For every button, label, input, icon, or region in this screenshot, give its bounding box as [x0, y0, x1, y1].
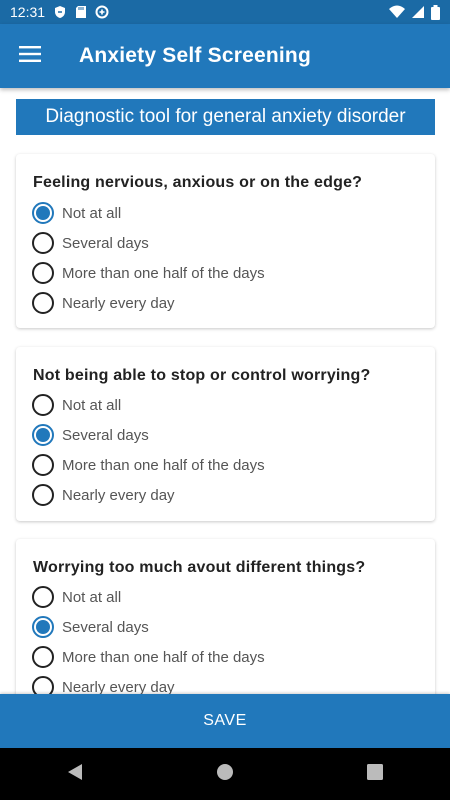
back-button[interactable] [45, 748, 105, 800]
hamburger-menu-icon [19, 45, 41, 67]
save-button[interactable]: SAVE [0, 694, 450, 748]
option-label: Not at all [62, 396, 122, 414]
data-saver-icon [95, 5, 109, 19]
option-several-days[interactable]: Several days [32, 228, 149, 258]
radio-button[interactable] [32, 202, 54, 224]
home-button[interactable] [195, 748, 255, 800]
app-bar: Anxiety Self Screening [0, 24, 450, 88]
option-label: More than one half of the days [62, 264, 265, 282]
option-label: Nearly every day [62, 294, 175, 312]
option-label: Not at all [62, 204, 122, 222]
option-label: More than one half of the days [62, 648, 265, 666]
question-card: Worrying too much avout different things… [16, 539, 435, 694]
radio-button[interactable] [32, 454, 54, 476]
shield-icon [53, 5, 67, 19]
save-button-label: SAVE [203, 712, 247, 729]
radio-button[interactable] [32, 676, 54, 694]
status-time: 12:31 [10, 4, 46, 20]
radio-button[interactable] [32, 232, 54, 254]
option-several-days[interactable]: Several days [32, 612, 149, 642]
radio-button[interactable] [32, 616, 54, 638]
question-card: Not being able to stop or control worryi… [16, 347, 435, 521]
radio-button[interactable] [32, 292, 54, 314]
recents-square-icon [367, 763, 383, 785]
signal-icon [411, 5, 425, 19]
option-several-days[interactable]: Several days [32, 420, 149, 450]
home-circle-icon [216, 763, 234, 786]
option-more-than-half[interactable]: More than one half of the days [32, 258, 265, 288]
option-nearly-every-day[interactable]: Nearly every day [32, 672, 175, 694]
option-label: More than one half of the days [62, 456, 265, 474]
recents-button[interactable] [345, 748, 405, 800]
option-not-at-all[interactable]: Not at all [32, 582, 121, 612]
option-label: Several days [62, 618, 149, 636]
option-nearly-every-day[interactable]: Nearly every day [32, 480, 175, 510]
screening-form[interactable]: Diagnostic tool for general anxiety diso… [0, 88, 450, 694]
wifi-icon [389, 5, 405, 19]
option-label: Not at all [62, 588, 122, 606]
radio-button[interactable] [32, 586, 54, 608]
option-label: Nearly every day [62, 486, 175, 504]
radio-button[interactable] [32, 394, 54, 416]
question-text: Worrying too much avout different things… [33, 559, 366, 576]
sd-card-icon [75, 5, 87, 19]
menu-button[interactable] [0, 24, 60, 88]
option-label: Several days [62, 234, 149, 252]
system-navigation-bar [0, 748, 450, 800]
diagnostic-banner: Diagnostic tool for general anxiety diso… [16, 99, 435, 135]
option-nearly-every-day[interactable]: Nearly every day [32, 288, 175, 318]
option-label: Several days [62, 426, 149, 444]
question-card: Feeling nervious, anxious or on the edge… [16, 154, 435, 328]
radio-button[interactable] [32, 262, 54, 284]
question-text: Feeling nervious, anxious or on the edge… [33, 174, 363, 191]
radio-button[interactable] [32, 424, 54, 446]
question-text: Not being able to stop or control worryi… [33, 367, 371, 384]
page-title: Anxiety Self Screening [79, 44, 311, 67]
back-triangle-icon [67, 763, 83, 786]
option-not-at-all[interactable]: Not at all [32, 198, 121, 228]
option-more-than-half[interactable]: More than one half of the days [32, 642, 265, 672]
option-more-than-half[interactable]: More than one half of the days [32, 450, 265, 480]
option-label: Nearly every day [62, 678, 175, 695]
status-bar: 12:31 [0, 0, 450, 24]
option-not-at-all[interactable]: Not at all [32, 390, 121, 420]
battery-icon [431, 4, 440, 20]
radio-button[interactable] [32, 646, 54, 668]
radio-button[interactable] [32, 484, 54, 506]
